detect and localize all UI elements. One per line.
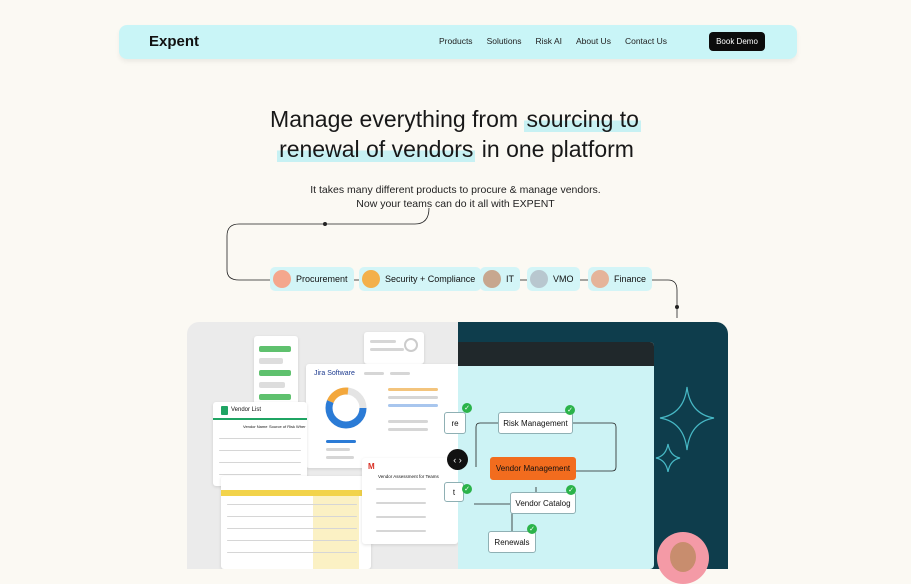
nav-link-products[interactable]: Products xyxy=(439,36,473,46)
tools-collage-panel: Jira Software Vendor List Vendor Name So… xyxy=(187,322,458,569)
nav-link-about-us[interactable]: About Us xyxy=(576,36,611,46)
vendor-list-title: Vendor List xyxy=(231,407,262,413)
partial-node-left[interactable]: re xyxy=(444,412,466,434)
hero-title-highlight2: renewal of vendors xyxy=(277,136,476,162)
check-icon: ✓ xyxy=(527,524,537,534)
nav-link-risk-ai[interactable]: Risk AI xyxy=(536,36,562,46)
landing-page: Expent Products Solutions Risk AI About … xyxy=(0,0,911,584)
team-chip-vmo[interactable]: VMO xyxy=(527,267,580,291)
gmail-email-card: M Vendor Assessment for Teams xyxy=(362,458,458,544)
vmo-avatar xyxy=(530,270,548,288)
nav-link-solutions[interactable]: Solutions xyxy=(487,36,522,46)
check-icon: ✓ xyxy=(565,405,575,415)
gmail-icon: M xyxy=(368,462,375,471)
document-mockup xyxy=(364,332,424,364)
partial-node-left-2[interactable]: t xyxy=(444,482,464,502)
col-wher: Wher xyxy=(296,424,306,429)
it-avatar xyxy=(483,270,501,288)
team-chip-security-compliance[interactable]: Security + Compliance xyxy=(359,267,482,291)
procurement-avatar xyxy=(273,270,291,288)
hero-subtitle: It takes many different products to proc… xyxy=(0,183,911,211)
email-subject: Vendor Assessment for Teams xyxy=(378,474,439,479)
vendor-catalog-node[interactable]: Vendor Catalog xyxy=(510,492,576,514)
vendor-list-sheet: Vendor List Vendor Name Source of Risk W… xyxy=(213,402,307,486)
nav-link-contact-us[interactable]: Contact Us xyxy=(625,36,667,46)
team-chip-label: Security + Compliance xyxy=(385,274,476,284)
jira-dashboard-card: Jira Software xyxy=(306,364,458,468)
security-avatar xyxy=(362,270,380,288)
donut-chart-icon xyxy=(325,387,367,429)
renewals-node[interactable]: Renewals xyxy=(488,531,536,553)
nav-links: Products Solutions Risk AI About Us Cont… xyxy=(439,36,667,46)
team-chip-label: Finance xyxy=(614,274,647,284)
risk-management-node[interactable]: Risk Management xyxy=(498,412,573,434)
team-chip-finance[interactable]: Finance xyxy=(588,267,653,291)
team-chip-label: Procurement xyxy=(296,274,348,284)
team-chip-label: IT xyxy=(506,274,514,284)
book-demo-button[interactable]: Book Demo xyxy=(709,32,765,51)
col-source-of-risk: Source of Risk xyxy=(269,424,296,429)
col-vendor-name: Vendor Name xyxy=(243,424,268,429)
hero-title-part2: in one platform xyxy=(475,136,634,162)
chat-phone-mockup xyxy=(254,336,298,412)
compare-slider-handle[interactable]: ‹ › xyxy=(447,449,468,470)
sparkle-icon xyxy=(655,386,715,472)
jira-title: Jira Software xyxy=(314,370,355,377)
check-icon: ✓ xyxy=(462,484,472,494)
finance-avatar xyxy=(591,270,609,288)
brand-logo[interactable]: Expent xyxy=(149,33,199,50)
vendor-management-node[interactable]: Vendor Management xyxy=(490,457,576,480)
check-icon: ✓ xyxy=(462,403,472,413)
hero-subtitle-line2: Now your teams can do it all with EXPENT xyxy=(356,198,555,210)
team-chip-it[interactable]: IT xyxy=(480,267,520,291)
team-chip-label: VMO xyxy=(553,274,574,284)
check-icon: ✓ xyxy=(566,485,576,495)
hero-title: Manage everything from sourcing to renew… xyxy=(0,104,911,164)
user-avatar xyxy=(657,532,709,584)
top-navbar: Expent Products Solutions Risk AI About … xyxy=(119,25,797,59)
team-chip-procurement[interactable]: Procurement xyxy=(270,267,354,291)
sheets-icon xyxy=(221,406,228,415)
hero-title-part1: Manage everything from xyxy=(270,106,525,132)
hero-subtitle-line1: It takes many different products to proc… xyxy=(310,184,601,196)
spreadsheet-mockup xyxy=(221,476,371,569)
hero-title-highlight1: sourcing to xyxy=(524,106,641,132)
team-chips: Procurement Security + Compliance IT VMO… xyxy=(0,267,911,293)
